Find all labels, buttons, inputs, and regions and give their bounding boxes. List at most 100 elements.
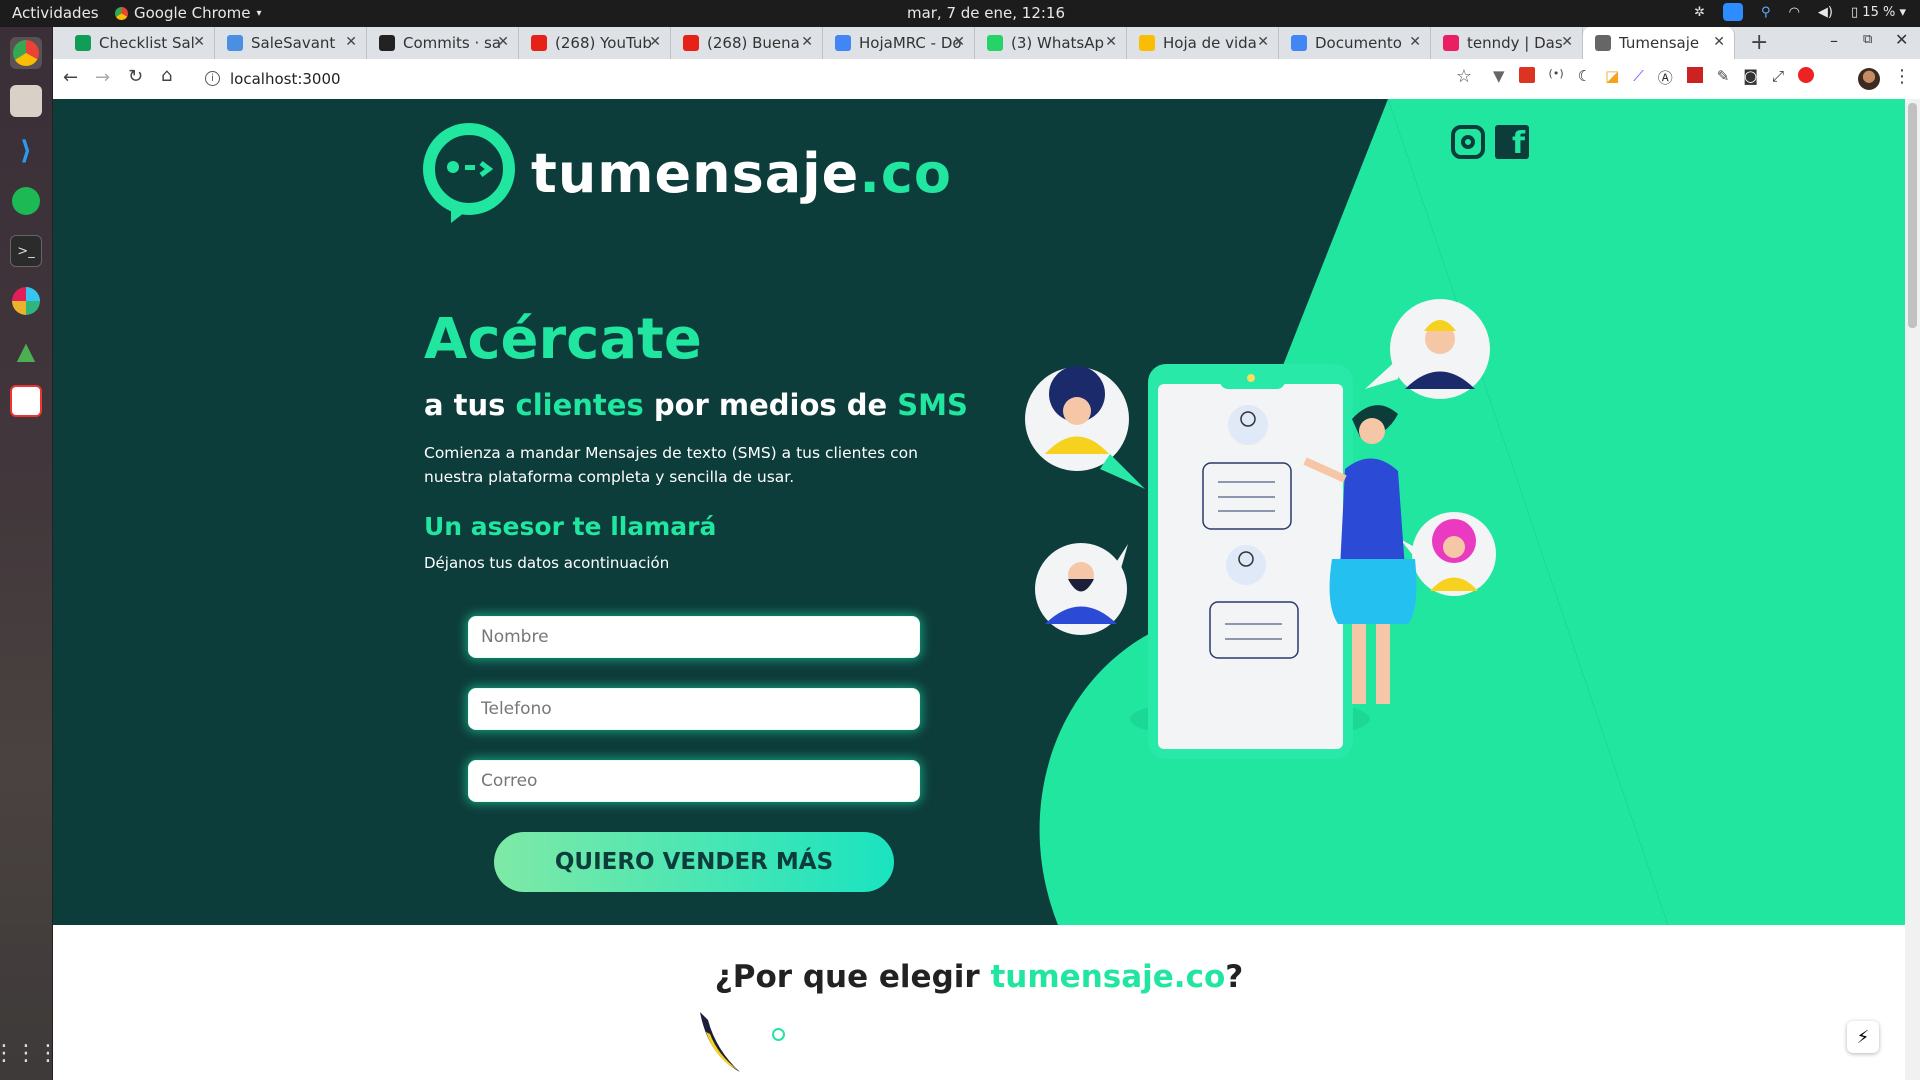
instagram-icon[interactable] (1451, 125, 1485, 159)
terminal-dock-icon[interactable]: >_ (10, 235, 42, 267)
tab[interactable]: Hoja de vida ✕ (1127, 27, 1279, 59)
tab[interactable]: (268) YouTub ✕ (519, 27, 671, 59)
email-input[interactable] (468, 760, 920, 802)
close-tab-icon[interactable]: ✕ (497, 34, 509, 50)
app-dock-icon[interactable] (10, 385, 42, 417)
extension-icon[interactable]: ⤢ (1772, 67, 1784, 88)
close-tab-icon[interactable]: ✕ (801, 34, 813, 50)
dock: ⟩ >_ ▲ ⋮⋮⋮ (0, 27, 59, 1080)
tab-favicon-icon (683, 35, 699, 51)
close-tab-icon[interactable]: ✕ (1105, 34, 1117, 50)
close-tab-icon[interactable]: ✕ (953, 34, 965, 50)
close-tab-icon[interactable]: ✕ (345, 34, 357, 50)
show-apps-icon[interactable]: ⋮⋮⋮ (0, 1037, 59, 1069)
tab[interactable]: Commits · sa ✕ (367, 27, 519, 59)
form-title: Un asesor te llamará (424, 512, 717, 541)
scrollbar-thumb[interactable] (1908, 103, 1917, 328)
minimize-button[interactable]: – (1830, 31, 1838, 50)
bookmark-star-icon[interactable]: ☆ (1456, 66, 1472, 87)
extension-icon[interactable]: ⟋ (1633, 67, 1644, 88)
extension-icon[interactable] (1518, 67, 1535, 83)
tab-title: (3) WhatsAp (1011, 34, 1105, 52)
facebook-icon[interactable]: f (1495, 125, 1529, 161)
rocket-dock-icon[interactable]: ▲ (10, 335, 42, 367)
home-button[interactable]: ⌂ (161, 65, 172, 86)
tab[interactable]: SaleSavant ✕ (215, 27, 367, 59)
extensions-area: ▼ (•) ☾ ◪ ⟋ Ⓐ ✎ ◙ ⤢ (1493, 67, 1814, 88)
tray-app-icon[interactable]: ⚲ (1761, 5, 1771, 20)
system-top-bar: Actividades Google Chrome ▾ mar, 7 de en… (0, 0, 1920, 27)
address-bar[interactable]: i localhost:3000 ☆ (193, 63, 1478, 94)
extension-icon[interactable]: ✎ (1717, 67, 1730, 88)
close-tab-icon[interactable]: ✕ (1409, 34, 1421, 50)
logo[interactable]: tumensaje.co (423, 121, 952, 225)
battery-level: 15 % (1862, 4, 1896, 20)
tab[interactable]: tenndy | Das ✕ (1431, 27, 1583, 59)
quick-action-button[interactable]: ⚡ (1847, 1021, 1879, 1053)
tab-title: Tumensaje (1619, 34, 1700, 52)
tab[interactable]: Documento ✕ (1279, 27, 1431, 59)
url-text[interactable]: localhost:3000 (230, 70, 341, 88)
tab-title: Checklist Sal (99, 34, 195, 52)
extension-icon[interactable]: ▼ (1493, 67, 1505, 88)
forward-button[interactable]: → (95, 67, 110, 88)
tab-title: tenndy | Das (1467, 34, 1563, 52)
vscode-dock-icon[interactable]: ⟩ (10, 135, 42, 167)
extension-icon[interactable]: ☾ (1578, 67, 1591, 88)
tab[interactable]: (268) Buena ✕ (671, 27, 823, 59)
hero-background (1039, 99, 1905, 925)
extension-icon[interactable]: (•) (1549, 67, 1564, 88)
close-tab-icon[interactable]: ✕ (1257, 34, 1269, 50)
extension-icon[interactable]: ◙ (1743, 67, 1758, 88)
tab[interactable]: (3) WhatsAp ✕ (975, 27, 1127, 59)
cta-button[interactable]: QUIERO VENDER MÁS (494, 832, 894, 892)
clock[interactable]: mar, 7 de ene, 12:16 (0, 4, 1920, 22)
extension-icon[interactable] (1797, 67, 1814, 83)
close-tab-icon[interactable]: ✕ (649, 34, 661, 50)
slack-tray-icon[interactable]: ✲ (1694, 5, 1705, 20)
close-tab-icon[interactable]: ✕ (193, 34, 205, 50)
tab-title: (268) YouTub (555, 34, 652, 52)
close-window-button[interactable]: ✕ (1895, 30, 1908, 49)
extension-icon[interactable] (1686, 67, 1703, 83)
kebab-menu-icon[interactable]: ⋮ (1893, 66, 1911, 87)
extension-icon[interactable]: ◪ (1605, 67, 1619, 88)
battery-icon[interactable]: ▯ 15 % ▾ (1851, 5, 1906, 20)
tab-favicon-icon (1443, 35, 1459, 51)
maximize-button[interactable]: ⧉ (1863, 32, 1872, 47)
close-tab-icon[interactable]: ✕ (1561, 34, 1573, 50)
hero-section: tumensaje.co f Acércate a tus clientes p… (53, 99, 1905, 925)
close-tab-icon[interactable]: ✕ (1713, 34, 1725, 50)
tab[interactable]: Checklist Sal ✕ (63, 27, 215, 59)
tab-favicon-icon (1291, 35, 1307, 51)
logo-text: tumensaje.co (531, 141, 952, 205)
tab-title: (268) Buena (707, 34, 800, 52)
form-subtitle: Déjanos tus datos acontinuación (424, 554, 670, 572)
tab[interactable]: HojaMRC - Do ✕ (823, 27, 975, 59)
files-dock-icon[interactable] (10, 85, 42, 117)
back-button[interactable]: ← (63, 67, 78, 88)
browser-toolbar: ← → ↻ ⌂ i localhost:3000 ☆ ▼ (•) ☾ ◪ ⟋ Ⓐ… (53, 59, 1920, 99)
new-tab-button[interactable]: + (1750, 30, 1768, 55)
hero-description: Comienza a mandar Mensajes de texto (SMS… (424, 444, 918, 486)
tab-title: SaleSavant (251, 34, 336, 52)
phone-input[interactable] (468, 688, 920, 730)
profile-avatar[interactable] (1858, 68, 1880, 90)
tab-title: Hoja de vida (1163, 34, 1257, 52)
info-icon[interactable]: i (205, 71, 220, 86)
reload-button[interactable]: ↻ (128, 66, 143, 87)
extension-icon[interactable]: Ⓐ (1658, 67, 1673, 88)
name-input[interactable] (468, 616, 920, 658)
volume-icon[interactable]: ◀) (1818, 5, 1833, 20)
slack-dock-icon[interactable] (10, 285, 42, 317)
zoom-tray-icon[interactable] (1723, 3, 1744, 21)
tab-favicon-icon (531, 35, 547, 51)
tab-favicon-icon (987, 35, 1003, 51)
wifi-icon[interactable]: ◠ (1789, 5, 1800, 20)
system-tray[interactable]: ✲ ⚲ ◠ ◀) ▯ 15 % ▾ (1694, 3, 1906, 21)
page-scrollbar[interactable] (1905, 99, 1920, 1080)
tab[interactable]: Tumensaje ✕ (1583, 27, 1735, 59)
chrome-dock-icon[interactable] (10, 37, 42, 69)
spotify-dock-icon[interactable] (10, 185, 42, 217)
web-page: tumensaje.co f Acércate a tus clientes p… (53, 99, 1905, 1080)
